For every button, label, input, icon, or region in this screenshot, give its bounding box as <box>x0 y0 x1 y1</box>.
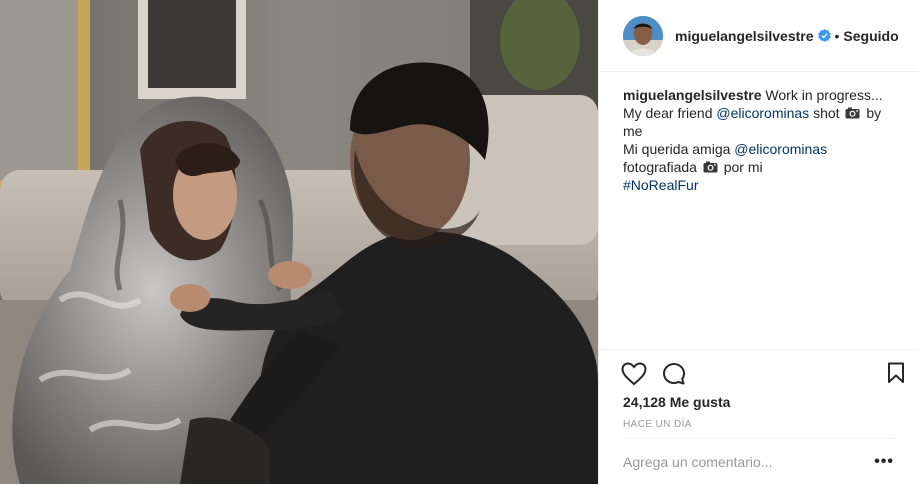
photo-image <box>0 0 598 484</box>
avatar-image <box>623 15 663 56</box>
post-timestamp[interactable]: HACE UN DÍA <box>623 419 692 430</box>
mention-link-1[interactable]: @elicorominas <box>716 105 809 121</box>
post-side-panel: miguelangelsilvestre • Seguido miguelang… <box>598 0 918 484</box>
caption-text-4-prefix: fotografiada <box>623 159 701 175</box>
post-caption: miguelangelsilvestre Work in progress...… <box>599 72 918 194</box>
caption-text-4-suffix: por mi <box>719 159 763 175</box>
avatar[interactable] <box>623 15 663 56</box>
comment-input[interactable] <box>623 454 875 470</box>
post-header: miguelangelsilvestre • Seguido <box>599 0 918 72</box>
camera-emoji-icon <box>703 159 718 173</box>
caption-line-5: #NoRealFur <box>623 176 894 194</box>
caption-text-1: Work in progress... <box>765 87 883 103</box>
camera-emoji-icon <box>845 105 860 119</box>
bookmark-icon[interactable] <box>887 362 905 389</box>
header-username[interactable]: miguelangelsilvestre <box>675 28 814 44</box>
caption-username[interactable]: miguelangelsilvestre <box>623 87 762 103</box>
hashtag-link[interactable]: #NoRealFur <box>623 177 698 193</box>
caption-text-3-prefix: Mi querida amiga <box>623 141 735 157</box>
caption-text-2-prefix: My dear friend <box>623 105 717 121</box>
caption-text-2-mid: shot <box>809 105 844 121</box>
more-options-icon[interactable]: ••• <box>874 453 894 471</box>
caption-line-2: My dear friend @elicorominas shot by me <box>623 104 894 140</box>
caption-line-1: miguelangelsilvestre Work in progress... <box>623 86 894 104</box>
follow-status-button[interactable]: Seguido <box>843 28 898 44</box>
mention-link-2[interactable]: @elicorominas <box>734 141 827 157</box>
action-bar <box>599 349 918 396</box>
header-separator: • <box>834 27 840 44</box>
likes-count[interactable]: 24,128 Me gusta <box>623 394 730 410</box>
verified-badge-icon <box>817 29 831 42</box>
comment-icon[interactable] <box>662 362 686 391</box>
caption-line-3: Mi querida amiga @elicorominas <box>623 140 894 158</box>
comment-bar: ••• <box>623 438 894 485</box>
caption-line-4: fotografiada por mi <box>623 158 894 176</box>
post-photo[interactable] <box>0 0 598 484</box>
heart-icon[interactable] <box>621 362 647 391</box>
post: miguelangelsilvestre • Seguido miguelang… <box>0 0 918 484</box>
